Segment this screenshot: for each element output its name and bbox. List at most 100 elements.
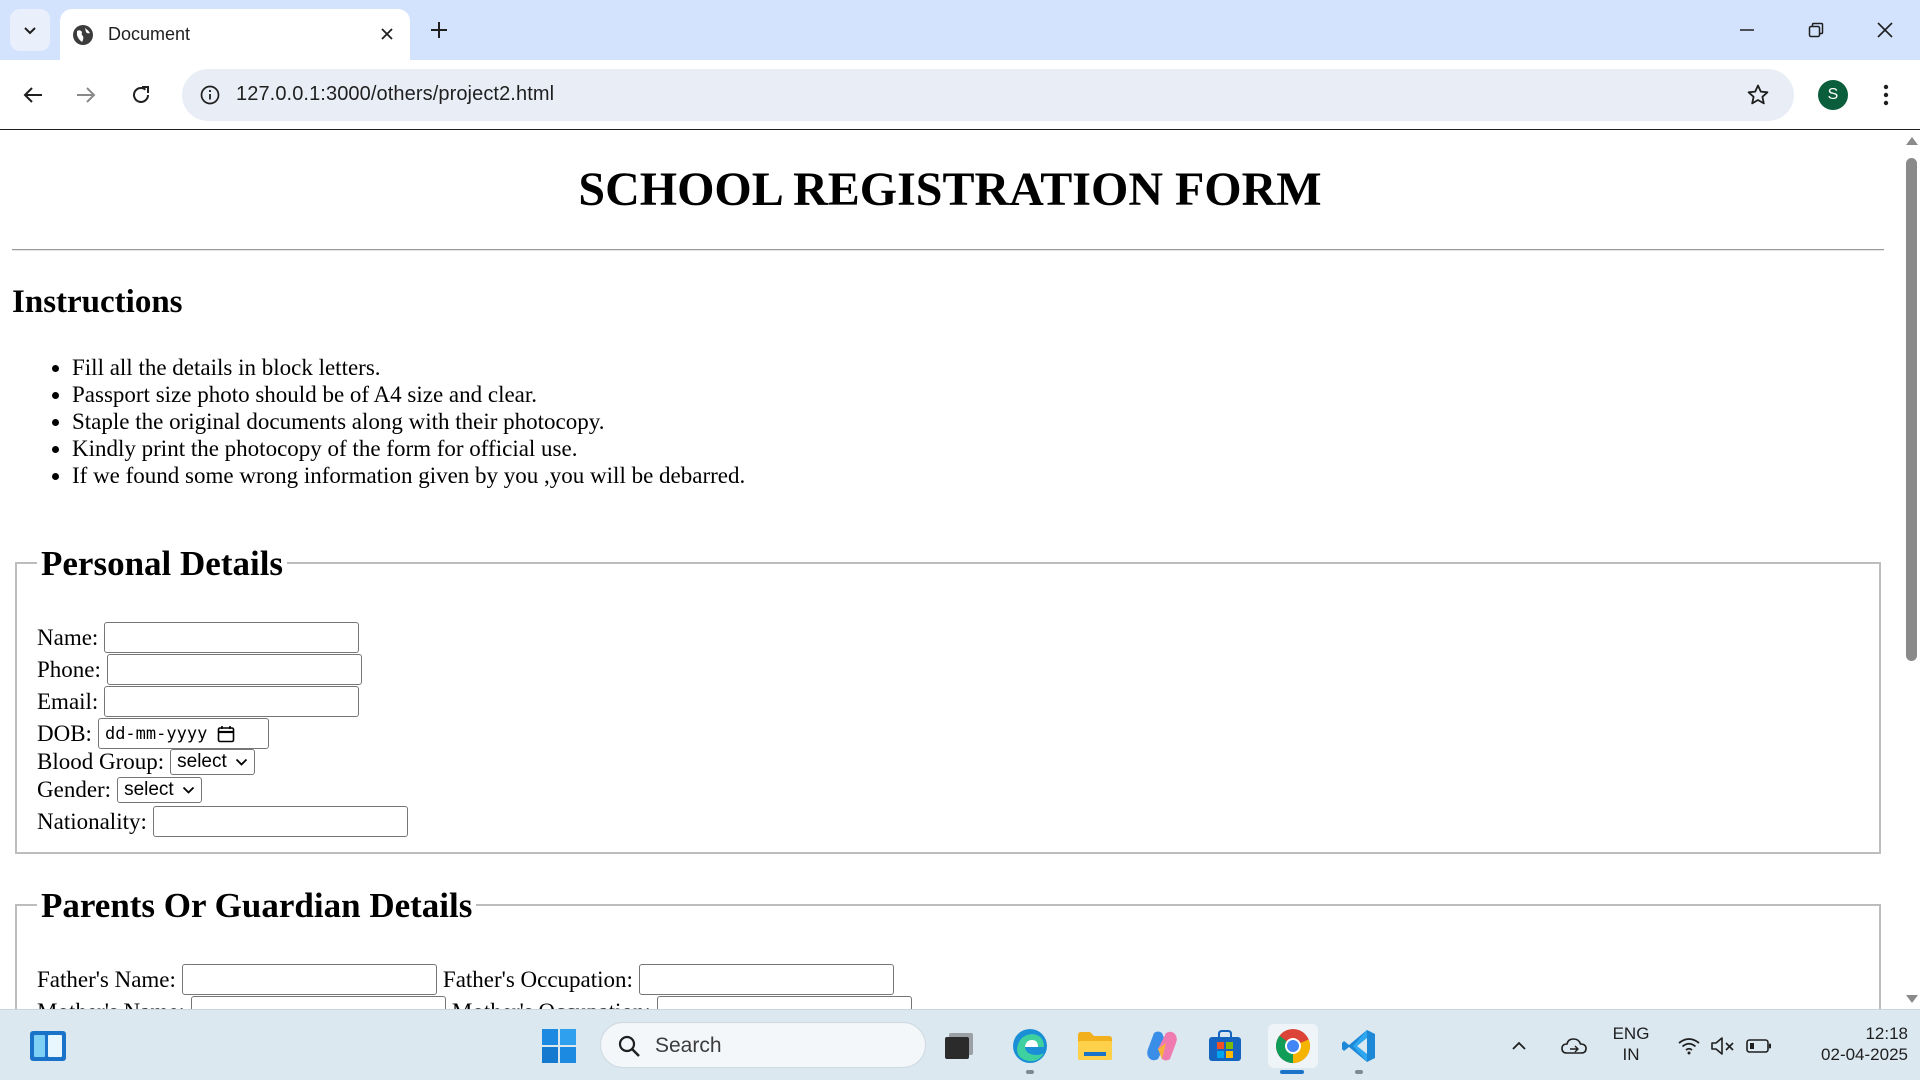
profile-avatar[interactable]: S	[1818, 80, 1848, 110]
email-label: Email:	[37, 688, 99, 714]
arrow-left-icon	[23, 87, 42, 103]
new-tab-button[interactable]	[424, 15, 454, 45]
widgets-button[interactable]	[26, 1024, 70, 1068]
file-explorer-app[interactable]	[1073, 1024, 1117, 1068]
list-item: Passport size photo should be of A4 size…	[51, 381, 745, 408]
blood-group-row: Blood Group: select	[37, 749, 255, 775]
task-view-button[interactable]	[937, 1024, 981, 1068]
blood-group-select[interactable]: select	[170, 749, 255, 775]
scrollbar-thumb[interactable]	[1906, 158, 1917, 661]
minimize-button[interactable]	[1729, 12, 1765, 48]
cloud-sync-icon	[1561, 1038, 1587, 1054]
task-view-icon	[945, 1033, 973, 1059]
onedrive-button[interactable]	[1556, 1024, 1592, 1068]
tab-close-button[interactable]	[374, 21, 400, 47]
minimize-icon	[1740, 29, 1754, 31]
taskbar-search-placeholder: Search	[655, 1034, 722, 1057]
blood-group-value: select	[177, 751, 227, 772]
chrome-app[interactable]	[1268, 1024, 1318, 1068]
nationality-label: Nationality:	[37, 808, 147, 834]
chevron-down-icon	[235, 758, 247, 766]
more-vertical-icon	[1883, 84, 1889, 106]
copilot-app[interactable]	[1140, 1024, 1184, 1068]
personal-details-legend: Personal Details	[37, 545, 288, 583]
chrome-active-indicator	[1280, 1070, 1304, 1074]
email-row: Email:	[37, 686, 360, 717]
wifi-button[interactable]	[1672, 1024, 1706, 1068]
tab-document[interactable]: Document	[60, 9, 410, 60]
vscode-app[interactable]	[1337, 1024, 1381, 1068]
dob-label: DOB:	[37, 720, 92, 746]
scroll-up-arrow[interactable]	[1906, 137, 1918, 145]
parents-details-fieldset: Parents Or Guardian Details Father's Nam…	[15, 887, 1881, 1009]
gender-select[interactable]: select	[117, 777, 202, 803]
close-icon	[1877, 22, 1893, 38]
page-scrollbar[interactable]	[1902, 131, 1920, 1009]
start-button[interactable]	[537, 1024, 581, 1068]
mother-occupation-input[interactable]	[656, 996, 912, 1009]
dob-row: DOB: dd-mm-yyyy	[37, 718, 269, 749]
browser-menu-button[interactable]	[1868, 77, 1904, 113]
edge-app[interactable]	[1008, 1024, 1052, 1068]
battery-icon	[1746, 1039, 1771, 1053]
phone-input[interactable]	[106, 654, 362, 685]
personal-details-fieldset: Personal Details Name: Phone: Email: DOB…	[15, 545, 1881, 854]
mother-row: Mother's Name: Mother's Occupation:	[37, 996, 912, 1009]
chevron-down-icon	[182, 786, 194, 794]
address-bar[interactable]: 127.0.0.1:3000/others/project2.html	[182, 69, 1794, 121]
back-button[interactable]	[15, 77, 51, 113]
calendar-icon[interactable]	[217, 725, 235, 743]
email-input[interactable]	[104, 686, 360, 717]
reload-button[interactable]	[123, 77, 159, 113]
restore-icon	[1808, 22, 1824, 38]
show-hidden-icons-button[interactable]	[1504, 1024, 1534, 1068]
chevron-down-icon	[24, 27, 36, 35]
language-indicator[interactable]: ENG IN	[1603, 1023, 1659, 1065]
name-input[interactable]	[104, 622, 360, 653]
wifi-icon	[1678, 1038, 1700, 1055]
taskbar-search[interactable]: Search	[600, 1022, 926, 1068]
region-code: IN	[1622, 1045, 1640, 1064]
search-icon	[618, 1035, 640, 1057]
close-window-button[interactable]	[1867, 12, 1903, 48]
nationality-input[interactable]	[152, 806, 408, 837]
folder-icon	[1078, 1032, 1112, 1060]
father-name-input[interactable]	[181, 964, 437, 995]
clock[interactable]: 12:18 02-04-2025	[1790, 1023, 1908, 1065]
mother-occupation-label: Mother's Occupation:	[452, 999, 651, 1010]
close-icon	[381, 28, 393, 40]
volume-button[interactable]	[1706, 1024, 1740, 1068]
dob-input[interactable]: dd-mm-yyyy	[97, 718, 269, 749]
globe-icon	[73, 24, 93, 45]
store-app[interactable]	[1203, 1024, 1247, 1068]
battery-button[interactable]	[1742, 1024, 1776, 1068]
name-row: Name:	[37, 622, 360, 653]
widgets-icon	[30, 1031, 66, 1061]
list-item: Kindly print the photocopy of the form f…	[51, 435, 745, 462]
volume-muted-icon	[1711, 1037, 1734, 1055]
tab-strip: Document	[0, 0, 1920, 60]
page-viewport: SCHOOL REGISTRATION FORM Instructions Fi…	[0, 131, 1902, 1009]
forward-button[interactable]	[68, 77, 104, 113]
instructions-list: Fill all the details in block letters. P…	[51, 354, 745, 489]
restore-button[interactable]	[1798, 12, 1834, 48]
horizontal-rule	[12, 249, 1884, 251]
tab-search-button[interactable]	[10, 9, 50, 51]
tab-title: Document	[108, 24, 191, 44]
father-occupation-input[interactable]	[638, 964, 894, 995]
taskbar: Search ENG IN 12:18 02-04-2025	[0, 1009, 1920, 1080]
plus-icon	[431, 22, 447, 38]
father-name-label: Father's Name:	[37, 966, 176, 992]
mother-name-input[interactable]	[190, 996, 446, 1009]
clock-time: 12:18	[1865, 1024, 1908, 1043]
edge-icon	[1013, 1029, 1047, 1063]
site-info-button[interactable]	[192, 77, 228, 113]
blood-group-label: Blood Group:	[37, 749, 165, 774]
bookmark-button[interactable]	[1740, 77, 1776, 113]
url-text: 127.0.0.1:3000/others/project2.html	[236, 83, 555, 105]
parents-details-legend: Parents Or Guardian Details	[37, 887, 477, 925]
language-code: ENG	[1612, 1024, 1650, 1043]
scroll-down-arrow[interactable]	[1906, 995, 1918, 1003]
father-occupation-label: Father's Occupation:	[442, 966, 633, 992]
reload-icon	[133, 86, 149, 103]
